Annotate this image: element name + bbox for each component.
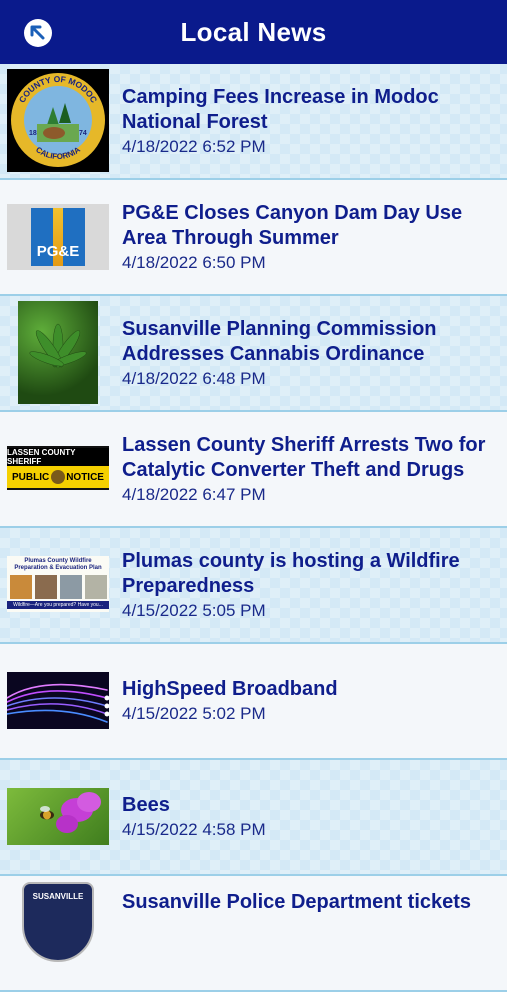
news-date: 4/15/2022 5:05 PM <box>122 600 266 620</box>
news-date: 4/18/2022 6:47 PM <box>122 484 266 504</box>
app-header: Local News <box>0 0 507 64</box>
news-headline: Susanville Planning Commission Addresses… <box>122 317 437 365</box>
news-headline: Susanville Police Department tickets <box>122 891 472 913</box>
pge-logo-image: PG&E <box>7 204 109 270</box>
modoc-county-seal-image: COUNTY OF MODOC CALIFORNIA 18 74 <box>7 69 109 172</box>
news-headline: Bees <box>122 794 170 816</box>
news-headline: PG&E Closes Canyon Dam Day Use Area Thro… <box>122 201 463 249</box>
plan-footer-text: Wildfire—Are you prepared? Have you... <box>7 601 109 609</box>
badge-text: SUSANVILLE <box>32 892 84 901</box>
news-item[interactable]: LASSEN COUNTY SHERIFF PUBLIC NOTICE Lass… <box>0 412 507 528</box>
seal-year-left: 18 <box>29 130 37 137</box>
news-date: 4/18/2022 6:50 PM <box>122 252 266 272</box>
news-headline: Plumas county is hosting a Wildfire Prep… <box>122 549 460 597</box>
news-headline: Lassen County Sheriff Arrests Two for Ca… <box>122 433 486 481</box>
seal-year-right: 74 <box>79 130 87 137</box>
news-date: 4/18/2022 6:48 PM <box>122 368 266 388</box>
notice-top-text: LASSEN COUNTY SHERIFF <box>7 448 109 466</box>
news-date: 4/18/2022 6:52 PM <box>122 136 266 156</box>
news-item[interactable]: HighSpeed Broadband 4/15/2022 5:02 PM <box>0 644 507 760</box>
back-arrow-icon <box>30 25 45 40</box>
news-item[interactable]: Bees 4/15/2022 4:58 PM <box>0 760 507 876</box>
news-item[interactable]: Plumas County Wildfire Preparation & Eva… <box>0 528 507 644</box>
plan-title-line-2: Preparation & Evacuation Plan <box>14 565 102 571</box>
news-list: COUNTY OF MODOC CALIFORNIA 18 74 Camping… <box>0 64 507 992</box>
pge-logo-text: PG&E <box>36 243 80 260</box>
bee-flower-photo-image <box>7 788 109 845</box>
news-headline: Camping Fees Increase in Modoc National … <box>122 85 439 133</box>
sheriff-badge-icon <box>50 470 65 484</box>
plan-title-line-1: Plumas County Wildfire <box>24 558 92 564</box>
news-item[interactable]: SUSANVILLE Susanville Police Department … <box>0 876 507 992</box>
page-title: Local News <box>180 16 327 47</box>
fiber-optic-photo-image <box>7 672 109 729</box>
susanville-police-badge-image: SUSANVILLE <box>7 882 109 962</box>
back-button[interactable] <box>24 19 52 47</box>
sheriff-notice-image: LASSEN COUNTY SHERIFF PUBLIC NOTICE <box>7 446 109 490</box>
notice-left-text: PUBLIC <box>12 471 50 483</box>
cannabis-photo-image <box>7 301 109 404</box>
news-item[interactable]: PG&E PG&E Closes Canyon Dam Day Use Area… <box>0 180 507 296</box>
notice-right-text: NOTICE <box>66 471 104 483</box>
wildfire-plan-image: Plumas County Wildfire Preparation & Eva… <box>7 556 109 612</box>
news-headline: HighSpeed Broadband <box>122 678 338 700</box>
news-date: 4/15/2022 5:02 PM <box>122 704 266 723</box>
news-item[interactable]: Susanville Planning Commission Addresses… <box>0 296 507 412</box>
news-date: 4/15/2022 4:58 PM <box>122 820 266 839</box>
news-item[interactable]: COUNTY OF MODOC CALIFORNIA 18 74 Camping… <box>0 64 507 180</box>
